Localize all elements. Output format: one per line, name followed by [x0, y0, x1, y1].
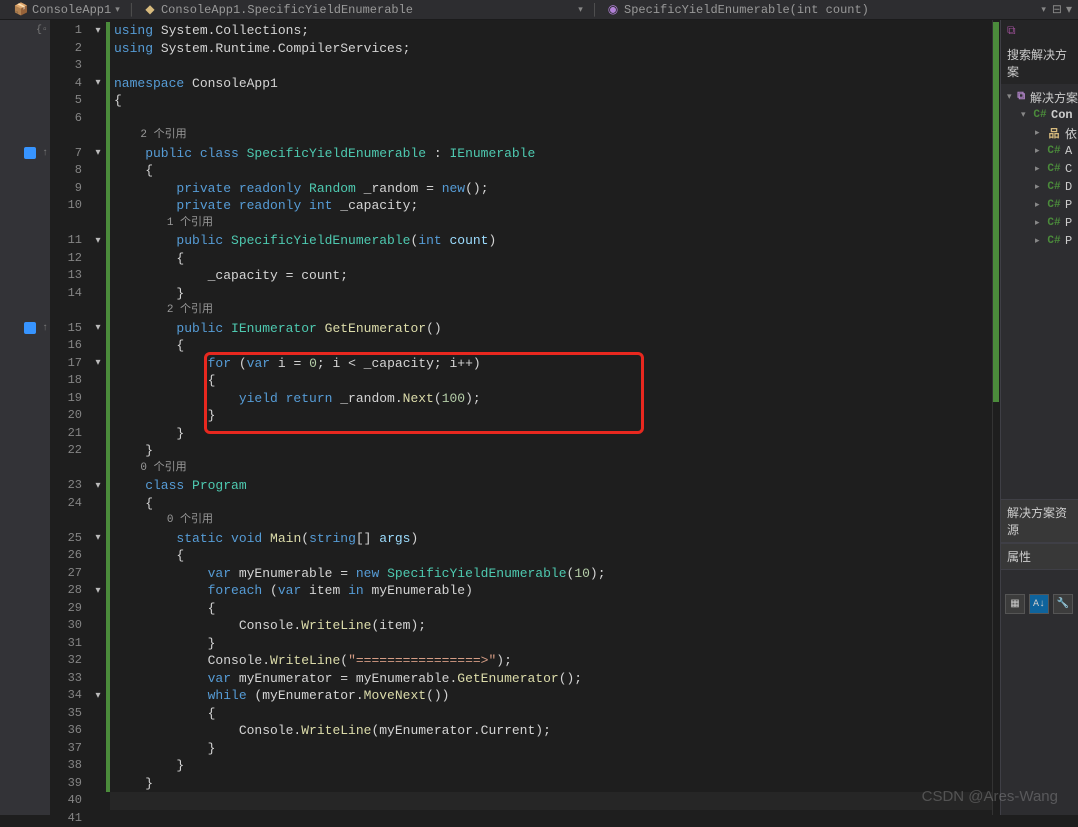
code-editor[interactable]: {▫ ↑ ↑ 123456789101112131415161718192021…	[0, 20, 1000, 815]
code-area[interactable]: using System.Collections; using System.R…	[110, 20, 992, 815]
tree-item[interactable]: ▸C#A	[1001, 142, 1078, 160]
chevron-right-icon: ▸	[1035, 164, 1043, 174]
dependency-icon: 品	[1047, 125, 1061, 141]
properties-panel: ▦ A↓ 🔧	[1001, 570, 1078, 815]
solution-explorer-toolbar: ⧉	[1001, 20, 1078, 42]
breadcrumb-project[interactable]: 📦 ConsoleApp1 ▾	[8, 3, 126, 17]
csharp-file-icon: C#	[1047, 199, 1061, 211]
chevron-right-icon: ▸	[1035, 182, 1043, 192]
codelens-references[interactable]: 2 个引用	[167, 304, 213, 316]
chevron-down-icon: ▾	[1041, 5, 1046, 15]
tree-row-solution[interactable]: ▾ ⧉ 解决方案	[1001, 88, 1078, 106]
breakpoint-hint-icon[interactable]	[24, 147, 36, 159]
codelens-references[interactable]: 0 个引用	[167, 514, 213, 526]
breadcrumb-class[interactable]: ◆ ConsoleApp1.SpecificYieldEnumerable ▾	[137, 3, 589, 17]
codelens-references[interactable]: 0 个引用	[140, 462, 186, 474]
minimap-scrollbar[interactable]	[992, 20, 1000, 815]
outline-icon[interactable]: {▫	[36, 25, 48, 36]
csharp-file-icon: C#	[1047, 217, 1061, 229]
chevron-right-icon: ▸	[1035, 236, 1043, 246]
csharp-project-icon: 📦	[14, 3, 28, 17]
solution-tree[interactable]: ▾ ⧉ 解决方案 ▾ C# Con ▸品依▸C#A▸C#C▸C#D▸C#P▸C#…	[1001, 84, 1078, 254]
tree-item[interactable]: ▸C#C	[1001, 160, 1078, 178]
codelens-references[interactable]: 1 个引用	[167, 217, 213, 229]
breadcrumb: 📦 ConsoleApp1 ▾ │ ◆ ConsoleApp1.Specific…	[0, 0, 1078, 20]
tree-item[interactable]: ▸C#P	[1001, 214, 1078, 232]
breakpoint-hint-icon[interactable]	[24, 322, 36, 334]
csharp-file-icon: C#	[1047, 235, 1061, 247]
glyph-margin: {▫ ↑ ↑	[0, 20, 50, 815]
vs-icon: ⧉	[1007, 24, 1016, 38]
tree-item[interactable]: ▸品依	[1001, 124, 1078, 142]
solution-explorer-panel: ⧉ 搜索解决方案 ▾ ⧉ 解决方案 ▾ C# Con ▸品依▸C#A▸C#C▸C…	[1000, 20, 1078, 815]
class-icon: ◆	[143, 3, 157, 17]
property-pages-button[interactable]: 🔧	[1053, 594, 1073, 614]
solution-explorer-tab[interactable]: 解决方案资源	[1001, 499, 1078, 543]
chevron-right-icon: ▸	[1035, 218, 1043, 228]
tree-item[interactable]: ▸C#P	[1001, 196, 1078, 214]
csharp-file-icon: C#	[1047, 163, 1061, 175]
split-editor-icon[interactable]: ⊟	[1052, 2, 1062, 17]
search-solution[interactable]: 搜索解决方案	[1001, 42, 1078, 84]
csharp-project-icon: C#	[1033, 109, 1047, 121]
chevron-right-icon: ▸	[1035, 128, 1043, 138]
csharp-file-icon: C#	[1047, 181, 1061, 193]
breadcrumb-separator: │	[126, 3, 137, 17]
line-numbers: 1234567891011121314151617181920212223242…	[50, 20, 90, 815]
chevron-down-icon: ▾	[115, 5, 120, 15]
tree-row-project[interactable]: ▾ C# Con	[1001, 106, 1078, 124]
chevron-down-icon: ▾	[1007, 92, 1012, 102]
breadcrumb-member[interactable]: ◉ SpecificYieldEnumerable(int count) ▾	[600, 3, 1052, 17]
method-icon: ◉	[606, 3, 620, 17]
fold-column[interactable]	[90, 20, 106, 815]
alphabetical-button[interactable]: A↓	[1029, 594, 1049, 614]
breadcrumb-separator: │	[589, 3, 600, 17]
solution-icon: ⧉	[1016, 91, 1026, 103]
tree-item[interactable]: ▸C#P	[1001, 232, 1078, 250]
tree-item[interactable]: ▸C#D	[1001, 178, 1078, 196]
codelens-references[interactable]: 2 个引用	[140, 129, 186, 141]
chevron-right-icon: ▸	[1035, 146, 1043, 156]
categorize-button[interactable]: ▦	[1005, 594, 1025, 614]
more-icon[interactable]: ▾	[1066, 2, 1072, 17]
chevron-down-icon: ▾	[578, 5, 583, 15]
properties-panel-title[interactable]: 属性	[1001, 543, 1078, 570]
chevron-down-icon: ▾	[1021, 110, 1029, 120]
csharp-file-icon: C#	[1047, 145, 1061, 157]
chevron-right-icon: ▸	[1035, 200, 1043, 210]
